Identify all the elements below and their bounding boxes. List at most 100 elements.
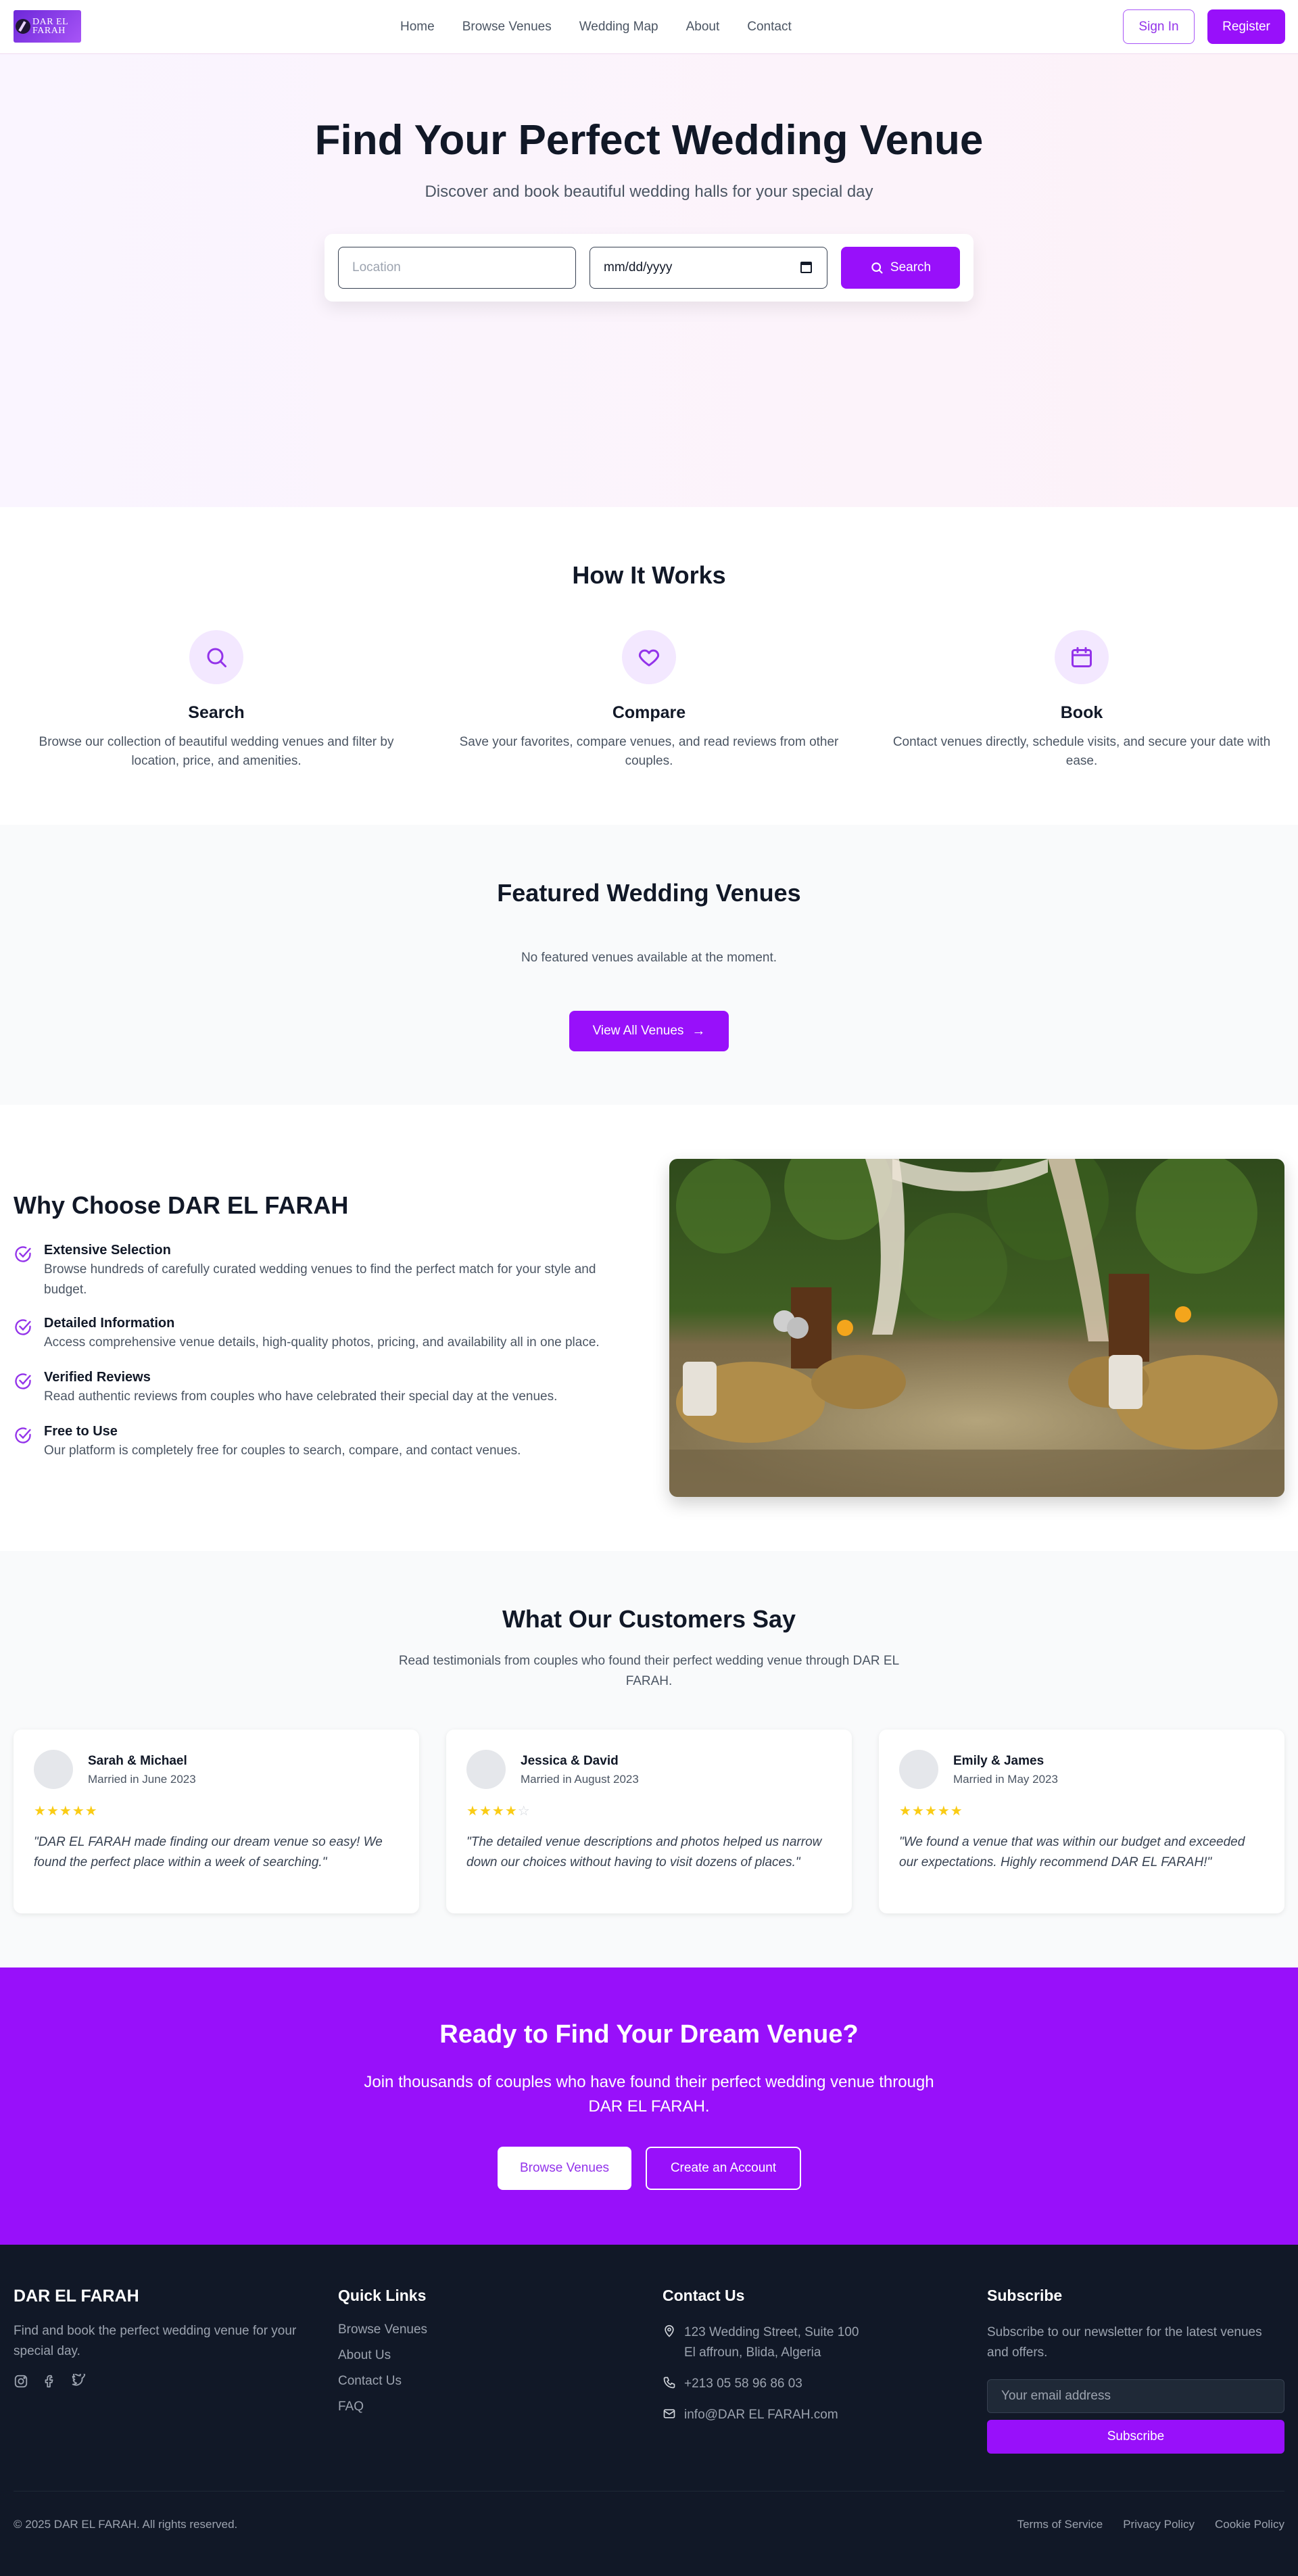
site-header: DAR EL FARAH Home Browse Venues Wedding … [0, 0, 1298, 54]
heart-icon [638, 649, 660, 667]
star-filled-icon: ★ [59, 1804, 72, 1819]
star-filled-icon: ★ [924, 1804, 938, 1819]
feature-item: Free to Use Our platform is completely f… [14, 1424, 635, 1461]
subscribe-title: Subscribe [987, 2287, 1063, 2304]
testimonials-section: What Our Customers Say Read testimonials… [0, 1551, 1298, 1967]
check-circle-icon [15, 1246, 31, 1262]
hero-title: Find Your Perfect Wedding Venue [314, 117, 984, 164]
twitter-icon[interactable] [70, 2374, 85, 2389]
footer-link-faq[interactable]: FAQ [338, 2400, 635, 2414]
phone-text[interactable]: +213 05 58 96 86 03 [684, 2374, 802, 2394]
calendar-picker-icon[interactable] [800, 262, 812, 273]
email-text[interactable]: info@DAR EL FARAH.com [684, 2405, 838, 2425]
step-book: Book Contact venues directly, schedule v… [879, 630, 1284, 771]
nav-browse-venues[interactable]: Browse Venues [462, 20, 552, 34]
step-search: Search Browse our collection of beautifu… [14, 630, 419, 771]
view-all-venues-button[interactable]: View All Venues → [569, 1011, 729, 1051]
why-title: Why Choose DAR EL FARAH [14, 1191, 349, 1219]
subscribe-button[interactable]: Subscribe [987, 2420, 1284, 2454]
instagram-icon[interactable] [14, 2374, 28, 2389]
featured-venues-section: Featured Wedding Venues No featured venu… [0, 825, 1298, 1105]
check-circle-icon [15, 1373, 31, 1389]
date-input[interactable]: mm/dd/yyyy [590, 247, 827, 289]
ceremony-illustration [669, 1159, 1284, 1497]
how-title: How It Works [572, 561, 726, 589]
terms-link[interactable]: Terms of Service [1017, 2518, 1103, 2531]
check-circle-icon [15, 1319, 31, 1335]
create-account-button[interactable]: Create an Account [646, 2147, 801, 2190]
testimonial-date: Married in August 2023 [521, 1773, 639, 1786]
cta-section: Ready to Find Your Dream Venue? Join tho… [0, 1967, 1298, 2245]
search-button-label: Search [890, 260, 932, 275]
star-rating: ★★★★★ [34, 1803, 98, 1819]
privacy-link[interactable]: Privacy Policy [1123, 2518, 1195, 2531]
date-value: mm/dd/yyyy [604, 260, 673, 275]
step-title: Book [1060, 703, 1103, 722]
cookie-link[interactable]: Cookie Policy [1215, 2518, 1284, 2531]
quick-links-title: Quick Links [338, 2287, 427, 2304]
phone-icon [663, 2374, 677, 2394]
search-button[interactable]: Search [841, 247, 960, 289]
footer-link-about-us[interactable]: About Us [338, 2348, 635, 2363]
testimonial-name: Jessica & David [521, 1754, 619, 1768]
newsletter-email-input[interactable]: Your email address [987, 2379, 1284, 2413]
calendar-icon [1072, 647, 1092, 667]
site-footer: DAR EL FARAH Find and book the perfect w… [0, 2245, 1298, 2576]
mail-icon [663, 2405, 677, 2425]
featured-title: Featured Wedding Venues [497, 879, 801, 907]
feature-title: Free to Use [44, 1424, 118, 1439]
register-button[interactable]: Register [1207, 9, 1285, 44]
testimonial-quote: "The detailed venue descriptions and pho… [466, 1835, 822, 1869]
subscribe-text: Subscribe to our newsletter for the late… [987, 2325, 1262, 2360]
star-rating: ★★★★★ [899, 1803, 963, 1819]
star-filled-icon: ★ [466, 1804, 479, 1819]
testimonials-title: What Our Customers Say [502, 1605, 796, 1633]
logo-mark-icon [16, 19, 30, 34]
sign-in-button[interactable]: Sign In [1123, 9, 1195, 44]
star-filled-icon: ★ [46, 1804, 59, 1819]
nav-about[interactable]: About [686, 20, 720, 34]
footer-brand: DAR EL FARAH [14, 2287, 139, 2306]
feature-item: Verified Reviews Read authentic reviews … [14, 1370, 635, 1407]
testimonial-name: Emily & James [953, 1754, 1044, 1768]
step-compare: Compare Save your favorites, compare ven… [446, 630, 852, 771]
testimonial-card: Sarah & Michael Married in June 2023 ★★★… [14, 1730, 419, 1913]
feature-text: Our platform is completely free for coup… [44, 1444, 521, 1458]
testimonial-date: Married in May 2023 [953, 1773, 1058, 1786]
avatar [899, 1750, 938, 1789]
step-text: Save your favorites, compare venues, and… [459, 735, 839, 768]
search-icon [207, 648, 226, 667]
star-filled-icon: ★ [479, 1804, 492, 1819]
facebook-icon[interactable] [42, 2374, 57, 2389]
star-filled-icon: ★ [937, 1804, 951, 1819]
star-filled-icon: ★ [72, 1804, 85, 1819]
location-input[interactable]: Location [338, 247, 576, 289]
star-filled-icon: ★ [85, 1804, 98, 1819]
footer-brand-column: DAR EL FARAH Find and book the perfect w… [14, 2287, 311, 2389]
testimonial-date: Married in June 2023 [88, 1773, 196, 1786]
nav-home[interactable]: Home [400, 20, 435, 34]
footer-link-contact-us[interactable]: Contact Us [338, 2374, 635, 2389]
avatar [466, 1750, 506, 1789]
avatar [34, 1750, 73, 1789]
copyright: © 2025 DAR EL FARAH. All rights reserved… [14, 2518, 238, 2531]
step-icon-circle [1055, 630, 1109, 684]
browse-venues-button[interactable]: Browse Venues [498, 2147, 631, 2190]
hero-subtitle: Discover and book beautiful wedding hall… [425, 183, 873, 201]
step-text: Browse our collection of beautiful weddi… [39, 735, 394, 768]
nav-wedding-map[interactable]: Wedding Map [579, 20, 658, 34]
feature-item: Extensive Selection Browse hundreds of c… [14, 1243, 635, 1300]
cta-subtitle: Join thousands of couples who have found… [364, 2073, 934, 2116]
feature-title: Extensive Selection [44, 1243, 171, 1258]
testimonials-subtitle: Read testimonials from couples who found… [398, 1654, 900, 1688]
step-text: Contact venues directly, schedule visits… [892, 735, 1271, 768]
contact-title: Contact Us [663, 2287, 745, 2304]
contact-email: info@DAR EL FARAH.com [663, 2405, 960, 2425]
step-icon-circle [622, 630, 676, 684]
nav-contact[interactable]: Contact [747, 20, 791, 34]
logo[interactable]: DAR EL FARAH [14, 10, 81, 43]
footer-link-browse-venues[interactable]: Browse Venues [338, 2322, 635, 2337]
logo-text: DAR EL FARAH [32, 18, 68, 36]
testimonial-card: Jessica & David Married in August 2023 ★… [446, 1730, 852, 1913]
star-empty-icon: ☆ [517, 1804, 531, 1819]
